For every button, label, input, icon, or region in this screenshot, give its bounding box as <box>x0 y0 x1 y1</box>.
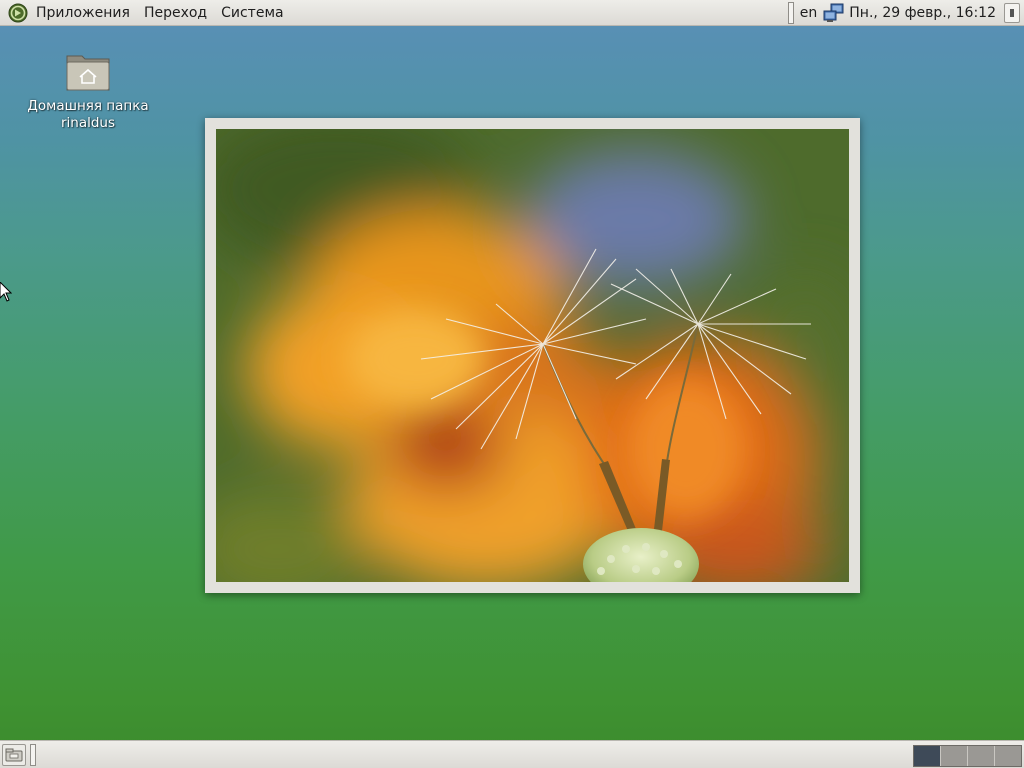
menu-system[interactable]: Система <box>214 0 290 26</box>
workspace-3[interactable] <box>967 746 994 766</box>
home-folder-label-line2: rinaldus <box>60 115 116 131</box>
workspace-switcher <box>913 745 1022 767</box>
keyboard-layout-indicator[interactable]: en <box>800 5 818 21</box>
clock[interactable]: Пн., 29 февр., 16:12 <box>849 5 996 21</box>
workspace-4[interactable] <box>994 746 1021 766</box>
menu-places[interactable]: Переход <box>137 0 214 26</box>
bottom-panel <box>0 740 1024 768</box>
top-panel: Приложения Переход Система en Пн., 29 фе… <box>0 0 1024 26</box>
session-icon[interactable] <box>1004 3 1020 23</box>
workspace-2[interactable] <box>940 746 967 766</box>
mouse-pointer-icon <box>0 282 12 302</box>
home-folder-icon <box>66 55 110 91</box>
home-folder-shortcut[interactable]: Домашняя папка rinaldus <box>20 50 156 132</box>
dandelion-photo <box>216 129 849 582</box>
show-desktop-icon[interactable] <box>2 744 26 766</box>
mint-logo-icon[interactable] <box>7 2 29 24</box>
panel-drag-handle-bottom[interactable] <box>30 744 36 766</box>
menu-applications[interactable]: Приложения <box>29 0 137 26</box>
panel-drag-handle[interactable] <box>787 2 794 24</box>
home-folder-label-line1: Домашняя папка <box>27 98 149 114</box>
network-icon[interactable] <box>823 3 845 23</box>
system-tray: en Пн., 29 февр., 16:12 <box>787 0 1024 26</box>
workspace-1[interactable] <box>914 746 940 766</box>
wallpaper-photo-frame <box>205 118 860 593</box>
